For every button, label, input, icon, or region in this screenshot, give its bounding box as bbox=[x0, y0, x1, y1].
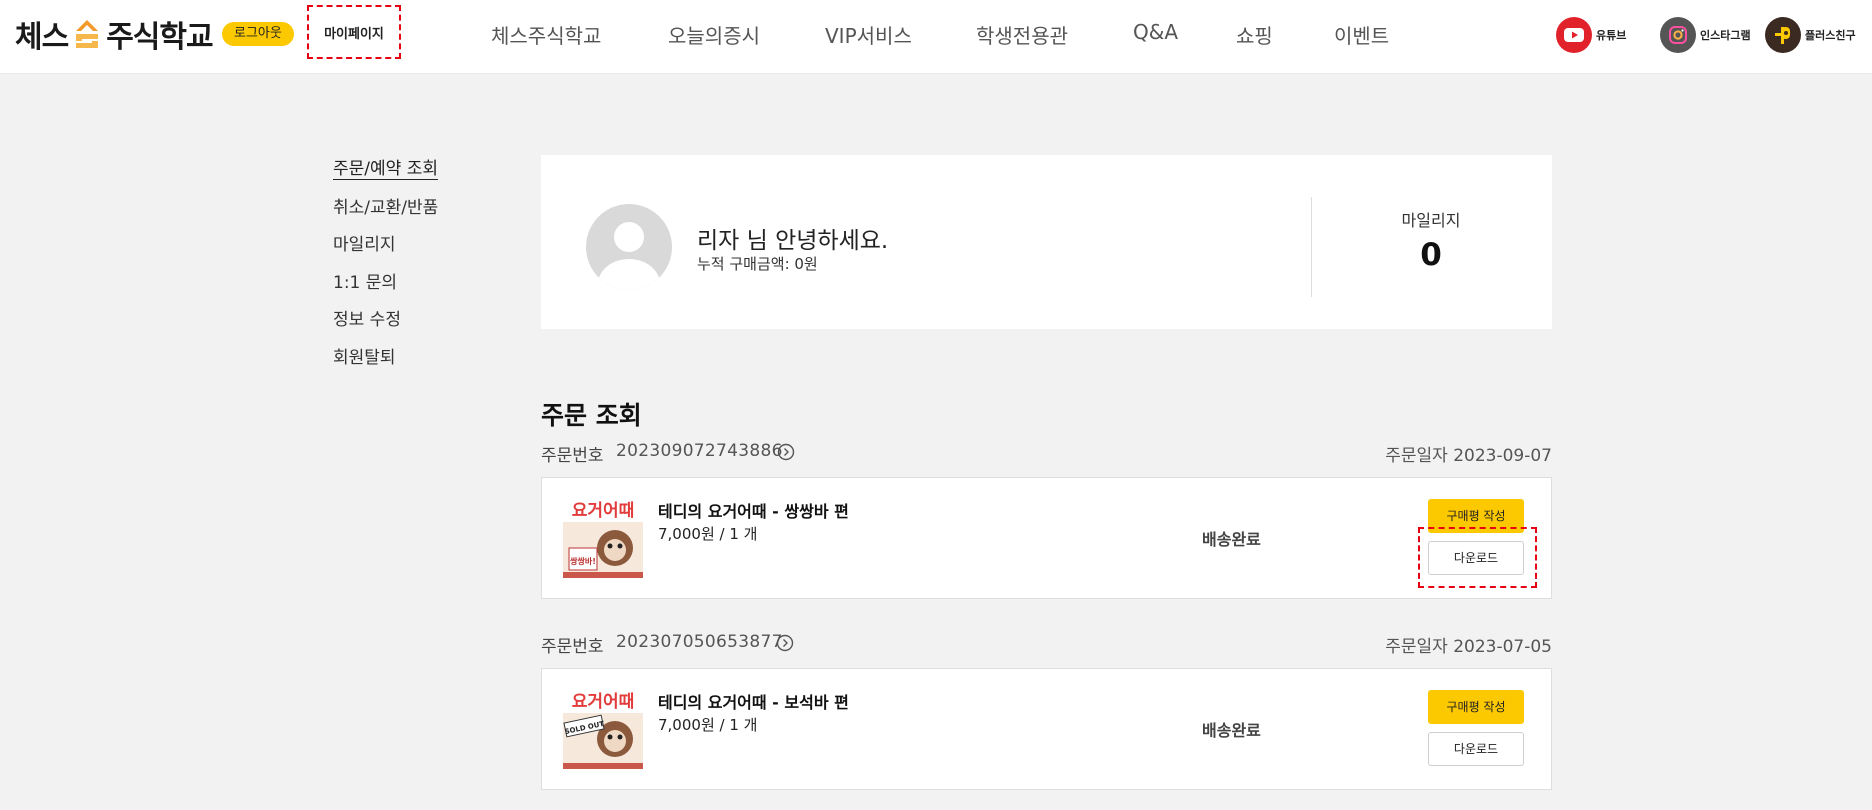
order-date-value: 2023-09-07 bbox=[1453, 446, 1552, 466]
sidebar-item-withdraw[interactable]: 회원탈퇴 bbox=[333, 343, 396, 368]
order-date-value: 2023-07-05 bbox=[1453, 637, 1552, 657]
logo-text-right: 주식학교 bbox=[106, 20, 213, 55]
avatar bbox=[586, 204, 672, 290]
plusfriend-label: 플러스친구 bbox=[1805, 29, 1856, 42]
instagram-link[interactable]: 인스타그램 bbox=[1660, 16, 1751, 54]
product-thumbnail[interactable]: 요거어때 SOLD OUT bbox=[563, 689, 643, 769]
kakao-plus-icon bbox=[1765, 17, 1801, 53]
nav-item-shopping[interactable]: 쇼핑 bbox=[1236, 20, 1273, 50]
instagram-icon bbox=[1660, 17, 1696, 53]
thumb-caption: 쌍쌍바! bbox=[570, 556, 596, 566]
order-item-card: 요거어때 쌍쌍바! 테디의 요거어때 - 쌍쌍바 편 7,000원 / 1 개 … bbox=[541, 477, 1552, 599]
mypage-label: 마이페이지 bbox=[324, 26, 384, 42]
sidebar-item-orders[interactable]: 주문/예약 조회 bbox=[333, 154, 438, 179]
greeting-text: 리자 님 안녕하세요. bbox=[697, 228, 889, 254]
youtube-label: 유튜브 bbox=[1596, 29, 1627, 42]
delivery-status: 배송완료 bbox=[1202, 530, 1261, 549]
nav-item-student-hall[interactable]: 학생전용관 bbox=[976, 20, 1068, 50]
order-item-card: 요거어때 SOLD OUT 테디의 요거어때 - 보석바 편 7,000원 / … bbox=[541, 668, 1552, 790]
thumb-title: 요거어때 bbox=[572, 501, 635, 521]
order-date: 주문일자 2023-09-07 bbox=[1385, 441, 1552, 466]
mypage-link[interactable]: 마이페이지 bbox=[307, 5, 401, 59]
order-number-label: 주문번호 bbox=[541, 637, 604, 657]
nav-item-vip-service[interactable]: VIP서비스 bbox=[825, 20, 912, 50]
top-header: 체스 주식학교 로그아웃 마이페이지 체스주식학교 오늘의증시 VIP서비스 학… bbox=[0, 0, 1872, 74]
sidebar-item-mileage[interactable]: 마일리지 bbox=[333, 230, 396, 255]
order-header: 주문번호 202307050653877 주문일자 2023-07-05 bbox=[541, 632, 1552, 657]
order-detail-arrow-icon[interactable] bbox=[776, 634, 794, 652]
logo-text-left: 체스 bbox=[15, 20, 69, 55]
nav-item-event[interactable]: 이벤트 bbox=[1334, 20, 1389, 50]
profile-card: 리자 님 안녕하세요. 누적 구매금액: 0원 마일리지 0 bbox=[541, 155, 1552, 329]
order-header: 주문번호 202309072743886 주문일자 2023-09-07 bbox=[541, 441, 1552, 466]
sidebar-item-inquiry[interactable]: 1:1 문의 bbox=[333, 268, 397, 293]
thumb-title: 요거어때 bbox=[572, 692, 635, 712]
user-silhouette-icon bbox=[598, 222, 660, 290]
order-detail-arrow-icon[interactable] bbox=[777, 443, 795, 461]
nav-item-qna[interactable]: Q&A bbox=[1133, 20, 1178, 50]
plusfriend-link[interactable]: 플러스친구 bbox=[1765, 16, 1856, 54]
nav-item-chess-school[interactable]: 체스주식학교 bbox=[491, 20, 601, 50]
order-date: 주문일자 2023-07-05 bbox=[1385, 632, 1552, 657]
write-review-button[interactable]: 구매평 작성 bbox=[1428, 499, 1524, 533]
site-logo[interactable]: 체스 주식학교 bbox=[15, 14, 214, 55]
orders-section-title: 주문 조회 bbox=[541, 401, 642, 430]
download-button[interactable]: 다운로드 bbox=[1428, 732, 1524, 766]
mileage-label: 마일리지 bbox=[1401, 211, 1461, 230]
product-name[interactable]: 테디의 요거어때 - 보석바 편 bbox=[658, 689, 849, 713]
product-name[interactable]: 테디의 요거어때 - 쌍쌍바 편 bbox=[658, 498, 849, 522]
nav-item-today-market[interactable]: 오늘의증시 bbox=[668, 20, 760, 50]
order-date-label: 주문일자 bbox=[1385, 446, 1448, 466]
order-date-label: 주문일자 bbox=[1385, 637, 1448, 657]
order-number: 202309072743886 bbox=[616, 441, 783, 461]
download-button[interactable]: 다운로드 bbox=[1428, 541, 1524, 575]
instagram-label: 인스타그램 bbox=[1700, 29, 1751, 42]
order-number-label: 주문번호 bbox=[541, 446, 604, 466]
product-price: 7,000원 / 1 개 bbox=[658, 525, 758, 543]
youtube-icon bbox=[1556, 17, 1592, 53]
product-price: 7,000원 / 1 개 bbox=[658, 716, 758, 734]
sidebar-item-edit-info[interactable]: 정보 수정 bbox=[333, 305, 401, 330]
delivery-status: 배송완료 bbox=[1202, 721, 1261, 740]
mileage-value: 0 bbox=[1420, 237, 1442, 273]
logout-button[interactable]: 로그아웃 bbox=[222, 22, 294, 46]
total-purchase-text: 누적 구매금액: 0원 bbox=[697, 255, 818, 273]
sidebar-item-cancel-return[interactable]: 취소/교환/반품 bbox=[333, 193, 438, 218]
order-number: 202307050653877 bbox=[616, 632, 783, 652]
write-review-button[interactable]: 구매평 작성 bbox=[1428, 690, 1524, 724]
logo-mark-icon bbox=[76, 20, 99, 48]
product-thumbnail[interactable]: 요거어때 쌍쌍바! bbox=[563, 498, 643, 578]
youtube-link[interactable]: 유튜브 bbox=[1556, 16, 1626, 54]
